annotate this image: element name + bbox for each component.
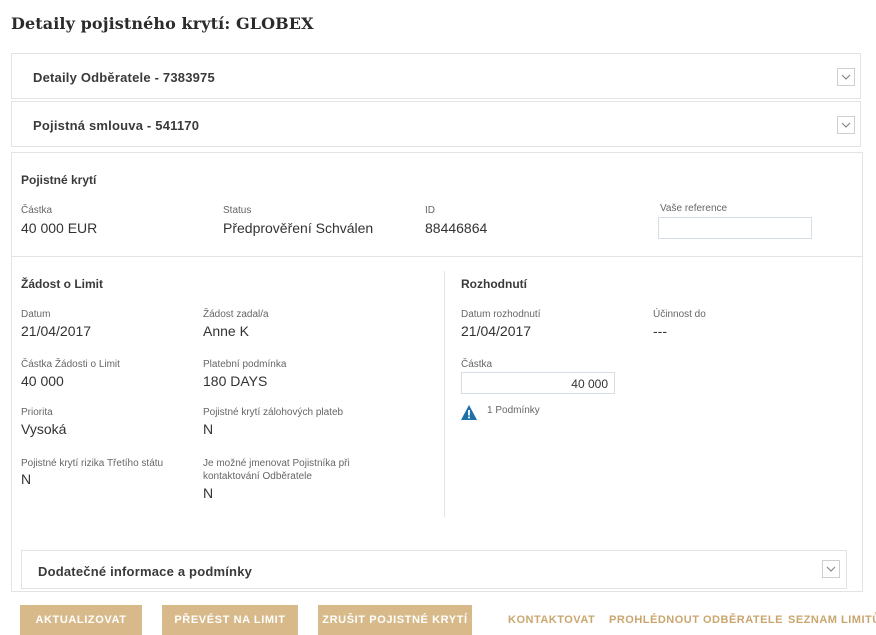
contact-link[interactable]: KONTAKTOVAT [508,614,595,626]
coverage-status-label: Status [223,205,252,216]
requested-by-label: Žádost zadal/a [203,309,269,320]
advance-payment-label: Pojistné krytí zálohových plateb [203,407,344,418]
requested-by-value: Anne K [203,323,249,339]
reference-input[interactable] [658,217,812,239]
limit-list-link[interactable]: SEZNAM LIMITŮ [788,614,876,626]
customer-details-expand-button[interactable] [837,68,855,86]
additional-info-panel[interactable]: Dodatečné informace a podmínky [21,550,847,589]
third-country-value: N [21,471,32,487]
decision-amount-field: 40 000 [461,372,615,394]
coverage-panel: Pojistné krytí Částka 40 000 EUR Status … [11,152,863,592]
priority-label: Priorita [21,407,53,418]
coverage-id-label: ID [425,205,435,216]
priority-value: Vysoká [21,421,67,437]
cancel-coverage-button[interactable]: ZRUŠIT POJISTNÉ KRYTÍ [318,605,472,635]
customer-details-title: Detaily Odběratele - 7383975 [33,70,215,85]
additional-info-title: Dodatečné informace a podmínky [38,564,253,579]
request-section-title: Žádost o Limit [21,277,103,291]
page-title: Detaily pojistného krytí: GLOBEX [11,14,314,33]
request-date-label: Datum [21,309,51,320]
warning-icon[interactable] [461,405,477,420]
coverage-amount-value: 40 000 EUR [21,220,98,236]
reference-label: Vaše reference [660,203,728,214]
chevron-down-icon [826,566,836,572]
decision-date-label: Datum rozhodnutí [461,309,541,320]
convert-to-limit-button[interactable]: PŘEVÉST NA LIMIT [162,605,298,635]
policy-title: Pojistná smlouva - 541170 [33,118,200,133]
column-divider [444,271,445,517]
request-date-value: 21/04/2017 [21,323,92,339]
update-button[interactable]: AKTUALIZOVAT [20,605,142,635]
effective-until-value: --- [653,323,667,339]
conditions-link[interactable]: 1 Podmínky [487,405,540,417]
decision-date-value: 21/04/2017 [461,323,532,339]
decision-amount-label: Částka [461,359,493,370]
coverage-section-title: Pojistné krytí [21,173,97,187]
policy-expand-button[interactable] [837,116,855,134]
effective-until-label: Účinnost do [653,309,706,320]
additional-info-expand-button[interactable] [822,560,840,578]
payment-terms-label: Platební podmínka [203,359,287,370]
name-insurer-value: N [203,485,214,501]
decision-section-title: Rozhodnutí [461,277,527,291]
third-country-label: Pojistné krytí rizika Třetího státu [21,458,164,469]
payment-terms-value: 180 DAYS [203,373,268,389]
advance-payment-value: N [203,421,214,437]
section-divider [12,256,862,257]
coverage-status-value: Předprověření Schválen [223,220,374,236]
coverage-amount-label: Částka [21,205,53,216]
name-insurer-label-line1: Je možné jmenovat Pojistníka při [203,458,350,469]
name-insurer-label-line2: kontaktování Odběratele [203,471,312,482]
chevron-down-icon [841,74,851,80]
request-amount-label: Částka Žádosti o Limit [21,359,120,370]
view-customer-link[interactable]: PROHLÉDNOUT ODBĚRATELE [609,614,783,626]
policy-panel[interactable]: Pojistná smlouva - 541170 [11,101,861,147]
chevron-down-icon [841,122,851,128]
request-amount-value: 40 000 [21,373,64,389]
customer-details-panel[interactable]: Detaily Odběratele - 7383975 [11,53,861,99]
coverage-id-value: 88446864 [425,220,488,236]
